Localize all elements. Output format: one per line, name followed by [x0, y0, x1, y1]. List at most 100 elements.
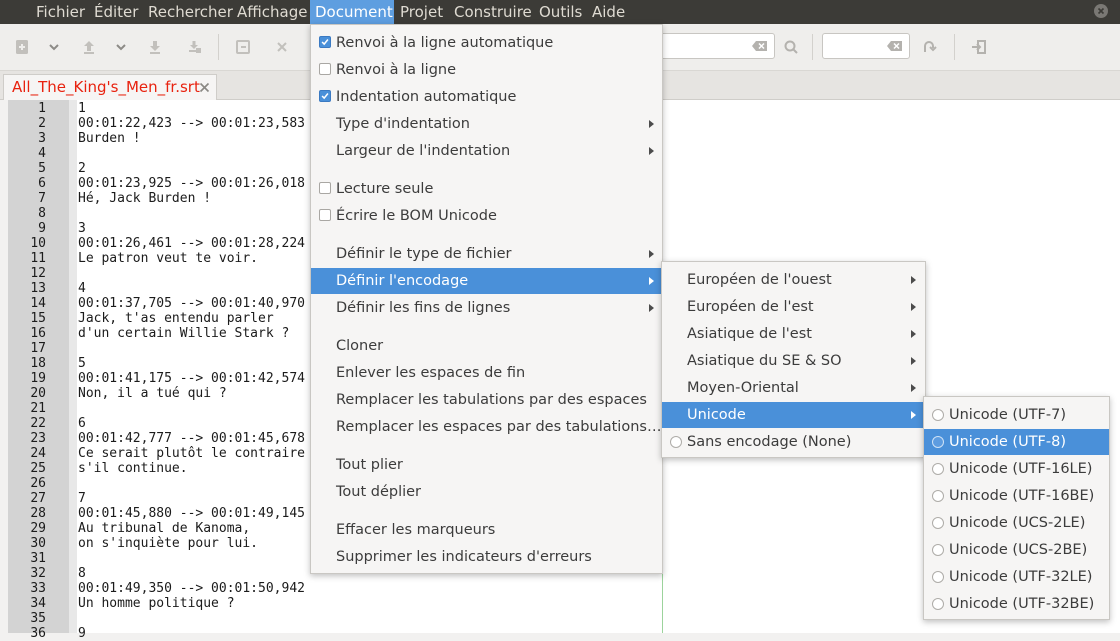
menu-item-label: Unicode	[687, 407, 746, 423]
encoding-submenu: Européen de l'ouest Européen de l'est Asia…	[661, 261, 926, 458]
close-tab-icon[interactable]	[199, 82, 210, 93]
jump-to-line-icon[interactable]	[920, 38, 938, 56]
menu-item-label: Renvoi à la ligne automatique	[336, 35, 554, 51]
search-icon[interactable]	[782, 38, 800, 56]
radio-icon[interactable]	[932, 490, 944, 502]
line-number: 1	[38, 101, 46, 116]
radio-icon[interactable]	[670, 436, 682, 448]
close-file-icon[interactable]	[273, 38, 291, 56]
save-all-icon[interactable]	[186, 38, 204, 56]
checkbox-unchecked-icon[interactable]	[319, 182, 331, 194]
menu-item-tout-deplier[interactable]: Tout déplier	[311, 479, 662, 505]
tab-file[interactable]: All_The_King's_Men_fr.srt	[3, 74, 217, 100]
menu-item-label: Unicode (UTF-32LE)	[949, 569, 1093, 585]
checkbox-checked-icon[interactable]	[319, 36, 331, 48]
menu-item-europeen-de-l-est[interactable]: Européen de l'est	[662, 294, 925, 320]
open-file-icon[interactable]	[80, 38, 98, 56]
menu-item-effacer-les-marqueurs[interactable]: Effacer les marqueurs	[311, 517, 662, 543]
radio-icon[interactable]	[932, 463, 944, 475]
code-line: 4	[78, 281, 86, 296]
menu-item-lecture-seule[interactable]: Lecture seule	[311, 176, 662, 202]
code-line: 9	[78, 626, 86, 641]
menu-item-unicode-utf-8[interactable]: Unicode (UTF-8)	[924, 429, 1109, 455]
menu-item-type-d-indentation[interactable]: Type d'indentation	[311, 111, 662, 137]
clear-goto-icon[interactable]	[887, 40, 903, 52]
menu-item-definir-les-fins-de-lignes[interactable]: Définir les fins de lignes	[311, 295, 662, 321]
menu-item-enlever-les-espaces-de-fin[interactable]: Enlever les espaces de fin	[311, 360, 662, 386]
menu-item-unicode-utf-7[interactable]: Unicode (UTF-7)	[924, 402, 1109, 428]
menu-item-label: Moyen-Oriental	[687, 380, 799, 396]
clear-search-icon[interactable]	[752, 40, 768, 52]
menu-item-label: Unicode (UCS-2BE)	[949, 542, 1088, 558]
menu-item-cloner[interactable]: Cloner	[311, 333, 662, 359]
menu-fichier[interactable]: Fichier	[31, 0, 90, 24]
menu-item-remplacer-les-tabulations-par-des-espaces[interactable]: Remplacer les tabulations par des espace…	[311, 387, 662, 413]
submenu-arrow-icon	[911, 384, 916, 392]
menu-item-ecrire-le-bom-unicode[interactable]: Écrire le BOM Unicode	[311, 203, 662, 229]
line-number: 33	[30, 581, 46, 596]
radio-icon[interactable]	[932, 409, 944, 421]
menu-item-unicode-utf-32le[interactable]: Unicode (UTF-32LE)	[924, 564, 1109, 590]
menu-item-unicode-utf-16be[interactable]: Unicode (UTF-16BE)	[924, 483, 1109, 509]
chevron-down-icon[interactable]	[45, 38, 63, 56]
line-number: 13	[30, 281, 46, 296]
checkbox-unchecked-icon[interactable]	[319, 209, 331, 221]
menu-item-label: Remplacer les espaces par des tabulation…	[336, 419, 662, 435]
menu-item-unicode-utf-32be[interactable]: Unicode (UTF-32BE)	[924, 591, 1109, 617]
menu-item-unicode-utf-16le[interactable]: Unicode (UTF-16LE)	[924, 456, 1109, 482]
radio-icon[interactable]	[932, 517, 944, 529]
menu-item-label: Asiatique de l'est	[687, 326, 812, 342]
menu-item-asiatique-du-se-so[interactable]: Asiatique du SE & SO	[662, 348, 925, 374]
checkbox-checked-icon[interactable]	[319, 90, 331, 102]
menu-item-sans-encodage-none[interactable]: Sans encodage (None)	[662, 429, 925, 455]
radio-icon[interactable]	[932, 544, 944, 556]
line-number: 16	[30, 326, 46, 341]
radio-icon[interactable]	[932, 598, 944, 610]
menu-item-europeen-de-l-ouest[interactable]: Européen de l'ouest	[662, 267, 925, 293]
menu-outils[interactable]: Outils	[534, 0, 587, 24]
menu-item-remplacer-les-espaces-par-des-tabulations[interactable]: Remplacer les espaces par des tabulation…	[311, 414, 662, 440]
menu-item-unicode-ucs-2be[interactable]: Unicode (UCS-2BE)	[924, 537, 1109, 563]
menu-aide[interactable]: Aide	[587, 0, 630, 24]
search-input[interactable]	[650, 33, 775, 59]
chevron-down-icon[interactable]	[112, 38, 130, 56]
menu-item-largeur-de-l-indentation[interactable]: Largeur de l'indentation	[311, 138, 662, 164]
quit-icon[interactable]	[970, 38, 988, 56]
menu-item-supprimer-les-indicateurs-d-erreurs[interactable]: Supprimer les indicateurs d'erreurs	[311, 544, 662, 570]
menu-rechercher[interactable]: Rechercher	[143, 0, 238, 24]
radio-icon[interactable]	[932, 571, 944, 583]
menu-item-label: Définir le type de fichier	[336, 246, 512, 262]
menu-item-moyen-oriental[interactable]: Moyen-Oriental	[662, 375, 925, 401]
code-line: 00:01:26,461 --> 00:01:28,224	[78, 236, 305, 251]
menu-item-asiatique-de-l-est[interactable]: Asiatique de l'est	[662, 321, 925, 347]
menu-item-label: Effacer les marqueurs	[336, 522, 496, 538]
save-icon[interactable]	[146, 38, 164, 56]
menu-document[interactable]: Document	[310, 0, 394, 24]
menu-editer[interactable]: Éditer	[89, 0, 143, 24]
menu-item-indentation-automatique[interactable]: Indentation automatique	[311, 84, 662, 110]
line-number: 30	[30, 536, 46, 551]
code-line: 00:01:42,777 --> 00:01:45,678	[78, 431, 305, 446]
code-line: 3	[78, 221, 86, 236]
menu-item-definir-le-type-de-fichier[interactable]: Définir le type de fichier	[311, 241, 662, 267]
checkbox-unchecked-icon[interactable]	[319, 63, 331, 75]
goto-line-input[interactable]	[822, 33, 910, 59]
close-window-icon[interactable]	[1094, 4, 1108, 18]
radio-icon[interactable]	[932, 436, 944, 448]
menu-item-renvoi-a-la-ligne[interactable]: Renvoi à la ligne	[311, 57, 662, 83]
menu-item-label: Renvoi à la ligne	[336, 62, 457, 78]
menu-item-label: Asiatique du SE & SO	[687, 353, 842, 369]
submenu-arrow-icon	[649, 250, 654, 258]
menu-item-unicode[interactable]: Unicode	[662, 402, 925, 428]
menu-item-definir-l-encodage[interactable]: Définir l'encodage	[311, 268, 662, 294]
menu-item-tout-plier[interactable]: Tout plier	[311, 452, 662, 478]
menu-affichage[interactable]: Affichage	[232, 0, 312, 24]
menu-projet[interactable]: Projet	[395, 0, 448, 24]
menu-item-renvoi-a-la-ligne-automatique[interactable]: Renvoi à la ligne automatique	[311, 30, 662, 56]
submenu-arrow-icon	[911, 303, 916, 311]
menu-item-label: Sans encodage (None)	[687, 434, 852, 450]
menu-item-unicode-ucs-2le[interactable]: Unicode (UCS-2LE)	[924, 510, 1109, 536]
new-file-icon[interactable]	[13, 38, 31, 56]
revert-icon[interactable]	[234, 38, 252, 56]
menu-construire[interactable]: Construire	[449, 0, 537, 24]
